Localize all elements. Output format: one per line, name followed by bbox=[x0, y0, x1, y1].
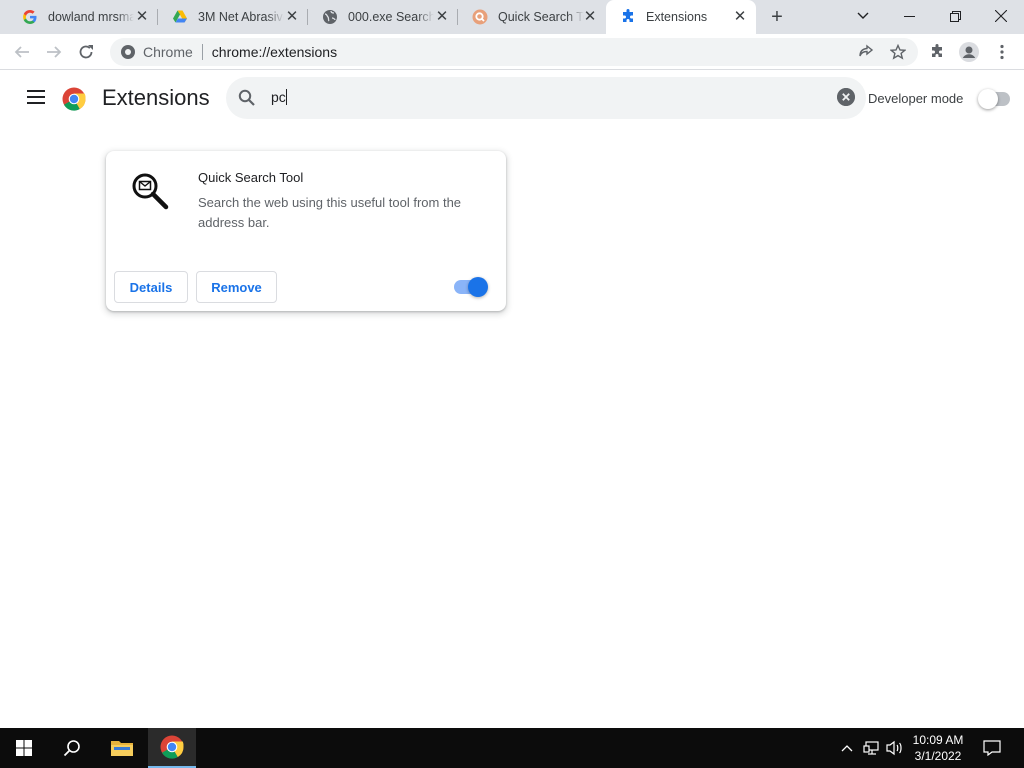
close-icon[interactable]: ✕ bbox=[732, 9, 748, 25]
tab-title: Extensions bbox=[646, 10, 708, 24]
chrome-page-icon bbox=[121, 45, 135, 59]
puzzle-icon bbox=[623, 9, 633, 22]
show-hidden-icons-button[interactable] bbox=[838, 728, 856, 768]
arrow-left-icon bbox=[14, 46, 29, 58]
back-button[interactable] bbox=[11, 41, 33, 63]
omnibox-divider bbox=[201, 44, 203, 60]
reload-button[interactable] bbox=[75, 41, 97, 63]
search-icon bbox=[63, 740, 80, 757]
arrow-right-icon bbox=[47, 46, 62, 58]
url-text: chrome://extensions bbox=[211, 44, 338, 60]
search-value: pc bbox=[271, 89, 287, 105]
clock-time: 10:09 AM bbox=[912, 733, 964, 747]
close-icon bbox=[994, 9, 1008, 23]
new-tab-button[interactable]: + bbox=[766, 6, 788, 28]
toggle-knob bbox=[468, 277, 488, 297]
magnifier-icon bbox=[132, 173, 169, 210]
tab-dowland[interactable]: dowland mrsmap ✕ bbox=[8, 0, 158, 34]
tab-title: Quick Search Tool bbox=[498, 10, 584, 24]
folder-icon bbox=[111, 741, 133, 756]
notification-icon bbox=[983, 740, 1001, 756]
toggle-knob bbox=[978, 89, 998, 109]
tab-quick-search[interactable]: Quick Search Tool ✕ bbox=[458, 0, 606, 34]
profile-button[interactable] bbox=[958, 41, 980, 63]
extension-name: Quick Search Tool bbox=[198, 170, 304, 185]
chevron-up-icon bbox=[841, 745, 853, 752]
restore-icon bbox=[949, 10, 961, 22]
extension-card: Quick Search Tool Search the web using t… bbox=[106, 151, 506, 311]
taskbar-clock[interactable]: 10:09 AM 3/1/2022 bbox=[902, 732, 974, 764]
tab-title: 000.exe Search bbox=[348, 10, 434, 24]
chrome-logo-icon bbox=[160, 735, 184, 759]
developer-mode-label: Developer mode bbox=[868, 91, 964, 106]
close-icon[interactable]: ✕ bbox=[582, 9, 598, 25]
address-bar[interactable]: Chrome chrome://extensions bbox=[110, 38, 918, 66]
network-button[interactable] bbox=[860, 728, 882, 768]
search-extensions-input[interactable]: pc bbox=[226, 77, 866, 119]
developer-mode-toggle[interactable] bbox=[978, 89, 1010, 109]
taskbar-chrome[interactable] bbox=[148, 728, 196, 768]
clear-search-icon[interactable] bbox=[837, 88, 855, 106]
browser-toolbar: Chrome chrome://extensions bbox=[0, 34, 1024, 70]
details-button[interactable]: Details bbox=[114, 271, 188, 303]
remove-button[interactable]: Remove bbox=[196, 271, 277, 303]
minimize-icon bbox=[903, 15, 915, 17]
avatar-icon bbox=[959, 42, 979, 62]
windows-taskbar: 10:09 AM 3/1/2022 bbox=[0, 728, 1024, 768]
tab-3m-net[interactable]: 3M Net Abrasive ✕ bbox=[158, 0, 308, 34]
clock-date: 3/1/2022 bbox=[914, 749, 962, 763]
chrome-menu-button[interactable] bbox=[991, 41, 1013, 63]
bookmark-star-icon[interactable] bbox=[890, 44, 906, 60]
chevron-down-icon bbox=[857, 12, 869, 20]
tab-title: dowland mrsmap bbox=[48, 10, 134, 24]
tab-title: 3M Net Abrasive bbox=[198, 10, 284, 24]
search-text: pc bbox=[271, 89, 286, 105]
taskbar-file-explorer[interactable] bbox=[98, 728, 146, 768]
close-icon[interactable]: ✕ bbox=[434, 9, 450, 25]
restore-button[interactable] bbox=[932, 0, 978, 30]
site-chip: Chrome bbox=[143, 44, 193, 60]
action-center-button[interactable] bbox=[980, 728, 1004, 768]
chrome-logo-icon bbox=[62, 87, 86, 111]
reload-icon bbox=[79, 45, 93, 59]
quick-search-icon bbox=[472, 9, 488, 25]
tab-search-button[interactable] bbox=[840, 0, 886, 30]
page-title: Extensions bbox=[102, 85, 210, 110]
start-button[interactable] bbox=[0, 728, 48, 768]
taskbar-search-button[interactable] bbox=[48, 728, 96, 768]
menu-icon[interactable] bbox=[27, 90, 45, 104]
windows-logo-icon bbox=[16, 740, 32, 756]
more-vert-icon bbox=[1000, 44, 1004, 60]
minimize-button[interactable] bbox=[886, 0, 932, 30]
google-g-icon bbox=[23, 10, 37, 24]
forward-button[interactable] bbox=[43, 41, 65, 63]
extensions-menu-button[interactable] bbox=[926, 41, 948, 63]
close-icon[interactable]: ✕ bbox=[134, 9, 150, 25]
tab-000exe[interactable]: 000.exe Search ✕ bbox=[308, 0, 458, 34]
text-caret bbox=[285, 89, 287, 105]
network-icon bbox=[863, 741, 879, 755]
globe-icon bbox=[323, 10, 337, 24]
puzzle-icon bbox=[932, 44, 942, 57]
share-icon[interactable] bbox=[858, 44, 874, 60]
tab-extensions[interactable]: Extensions ✕ bbox=[606, 0, 756, 34]
extension-description: Search the web using this useful tool fr… bbox=[198, 195, 462, 230]
close-icon[interactable]: ✕ bbox=[284, 9, 300, 25]
extensions-header: Extensions pc Developer mode bbox=[0, 71, 1024, 127]
close-window-button[interactable] bbox=[978, 0, 1024, 30]
search-icon bbox=[238, 89, 255, 106]
google-drive-icon bbox=[173, 10, 187, 23]
tab-strip: dowland mrsmap ✕ 3M Net Abrasive ✕ 000.e… bbox=[0, 0, 1024, 34]
extension-enable-toggle[interactable] bbox=[454, 277, 488, 297]
